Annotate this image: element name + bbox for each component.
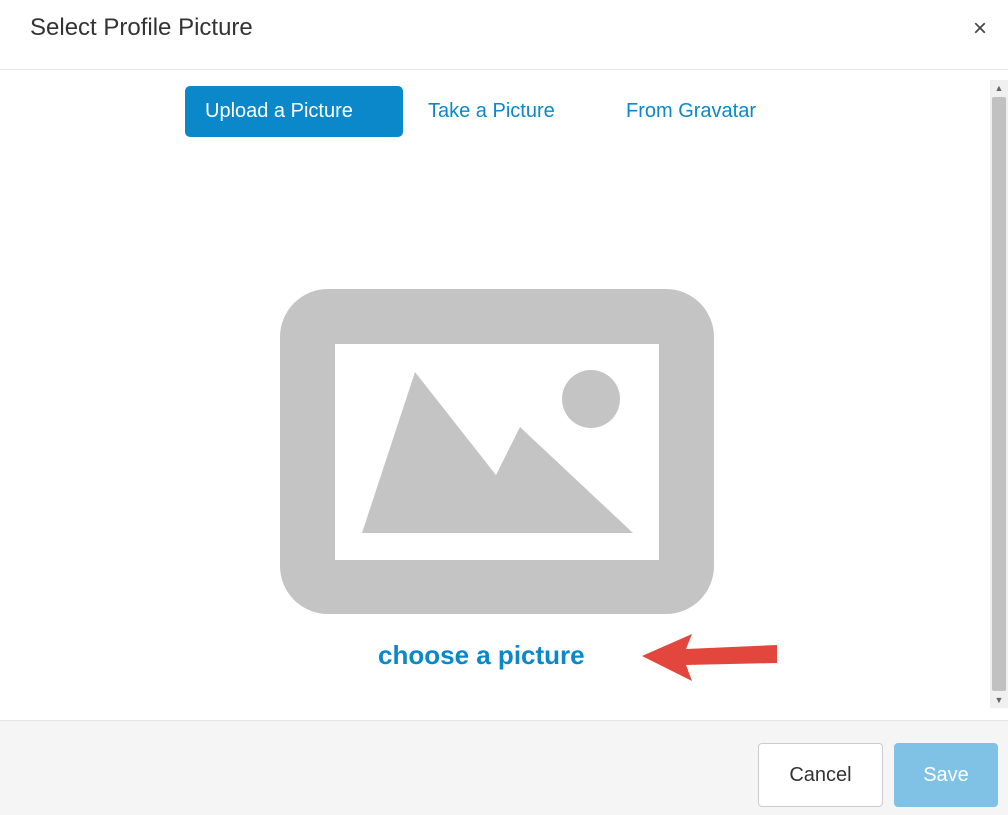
scroll-down-arrow-icon[interactable]: ▼ — [990, 692, 1008, 708]
modal-footer: Cancel Save — [0, 720, 1008, 815]
scroll-thumb[interactable] — [992, 97, 1006, 691]
tab-from-gravatar[interactable]: From Gravatar — [626, 86, 756, 136]
tab-take-picture[interactable]: Take a Picture — [428, 86, 555, 136]
modal-header: Select Profile Picture × — [0, 0, 1008, 70]
image-placeholder-icon[interactable] — [280, 289, 714, 614]
modal-body: Upload a Picture Take a Picture From Gra… — [0, 70, 1008, 720]
save-button[interactable]: Save — [894, 743, 998, 807]
scroll-up-arrow-icon[interactable]: ▲ — [990, 80, 1008, 96]
red-arrow-icon — [642, 634, 777, 681]
close-button[interactable]: × — [968, 15, 992, 43]
choose-picture-link[interactable]: choose a picture — [378, 640, 585, 671]
dialog-title: Select Profile Picture — [30, 14, 253, 41]
tab-upload-picture[interactable]: Upload a Picture — [185, 86, 403, 137]
vertical-scrollbar[interactable]: ▲ ▼ — [990, 80, 1008, 708]
cancel-button[interactable]: Cancel — [758, 743, 883, 807]
